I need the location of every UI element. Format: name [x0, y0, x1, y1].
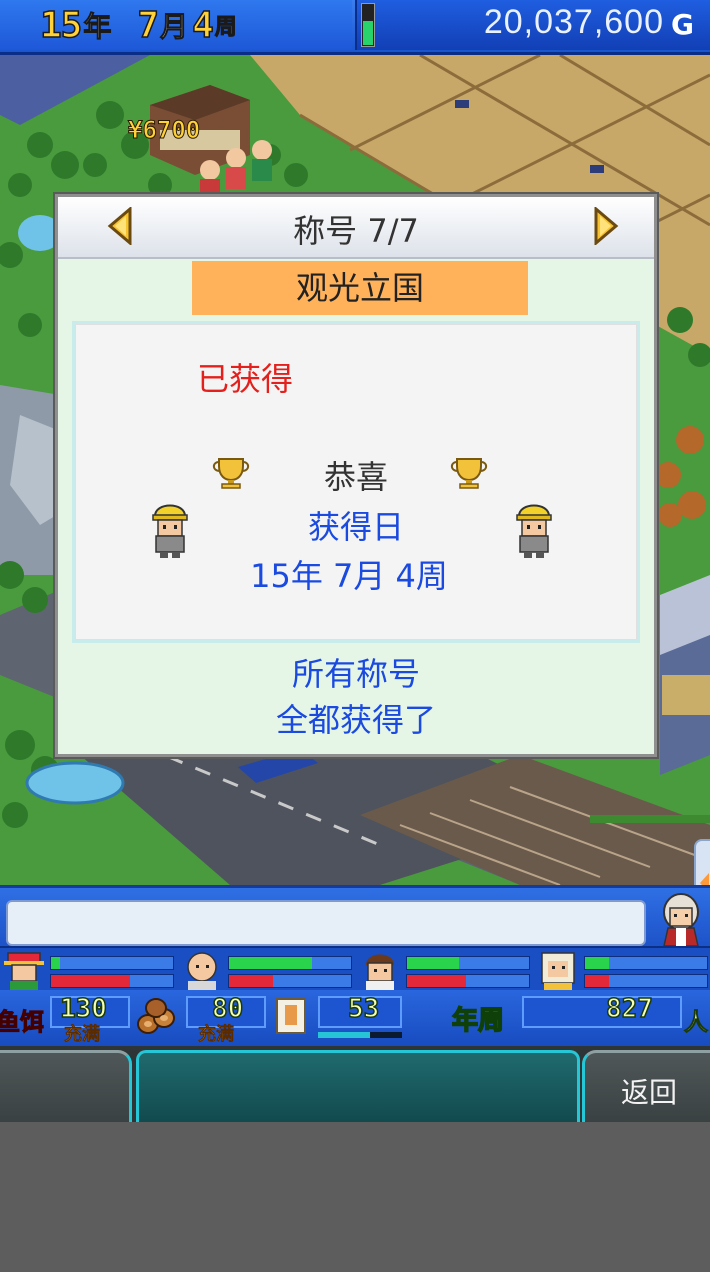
period-label: 年周 — [451, 1005, 505, 1037]
resource-1-full: 充满 — [64, 1024, 101, 1046]
month-unit: 月 — [160, 10, 189, 44]
resource-2-full: 充满 — [198, 1024, 235, 1046]
price-tag: ¥6700 — [127, 116, 201, 145]
year-number: 15 — [39, 4, 83, 47]
message-box[interactable] — [6, 900, 646, 946]
staff-3[interactable] — [360, 948, 530, 992]
staff-status-row — [0, 946, 710, 992]
population-value: 827 — [605, 993, 653, 1025]
staff-face-icon — [366, 954, 394, 991]
congrats-label: 恭喜 — [323, 458, 388, 496]
staff-face-icon — [187, 952, 217, 991]
week-number: 4 — [191, 4, 214, 47]
arrow-right-icon — [594, 205, 619, 247]
money-amount: 20,037,600 — [483, 3, 664, 41]
title-dialog: 称号 7/7 观光立国 已获得 恭喜 获得日 15年 7月 4周 所有称号 全都… — [55, 194, 657, 757]
title-detail-panel: 已获得 恭喜 获得日 15年 7月 4周 — [72, 321, 640, 643]
money-unit: G — [671, 8, 694, 41]
side-arrow-icon — [700, 873, 709, 885]
dialog-header: 称号 7/7 — [58, 197, 654, 259]
week-unit: 周 — [214, 15, 237, 41]
trophy-icon — [449, 456, 489, 490]
month-number: 7 — [137, 4, 160, 47]
population-box[interactable] — [522, 996, 682, 1028]
resource-3-value: 53 — [347, 993, 380, 1025]
completion-line-1: 所有称号 — [291, 655, 420, 693]
obtained-status: 已获得 — [197, 360, 294, 398]
staff-stress-bar — [407, 975, 466, 987]
staff-4[interactable] — [538, 948, 710, 992]
top-status-bar: 15 年 7 月 4 周 20,037,600 G — [0, 0, 710, 55]
staff-stamina-bar — [51, 957, 60, 969]
empty-bottom-area — [0, 1122, 710, 1272]
message-bar — [0, 885, 710, 948]
staff-face-icon — [4, 952, 44, 991]
lumber-icon — [136, 996, 182, 1036]
panel-icon — [276, 998, 306, 1034]
resource-3-progress — [318, 1032, 370, 1038]
staff-face-icon — [541, 952, 575, 991]
battery-icon — [361, 3, 375, 47]
bottom-menu-bar: 返回 — [0, 1046, 710, 1122]
staff-stress-bar — [229, 975, 273, 987]
side-tab-button[interactable] — [694, 839, 710, 885]
obtained-date-value: 15年 7月 4周 — [250, 557, 448, 595]
title-name-banner: 观光立国 — [192, 261, 528, 315]
year-unit: 年 — [83, 10, 112, 44]
staff-2[interactable] — [182, 948, 352, 992]
staff-stress-bar — [585, 975, 609, 987]
completion-line-2: 全都获得了 — [275, 701, 436, 739]
population-unit: 人 — [684, 1008, 709, 1037]
resource-row: 鱼饵 130 充满 80 充满 53 年周 827 人 — [0, 990, 710, 1049]
money-panel: 20,037,600 G — [355, 0, 710, 50]
staff-1[interactable] — [4, 948, 174, 992]
back-button[interactable]: 返回 — [582, 1050, 710, 1122]
staff-stamina-bar — [407, 957, 459, 969]
staff-stamina-bar — [229, 957, 312, 969]
bait-label: 鱼饵 — [0, 1008, 45, 1037]
menu-left-button[interactable] — [0, 1050, 132, 1122]
back-button-label: 返回 — [621, 1076, 678, 1109]
staff-stress-bar — [51, 975, 130, 987]
completion-message: 所有称号 全都获得了 — [58, 651, 654, 743]
next-title-button[interactable] — [590, 205, 620, 247]
staff-stamina-bar — [585, 957, 609, 969]
advisor-avatar[interactable] — [656, 890, 706, 947]
game-date: 15 年 7 月 4 周 — [0, 0, 352, 50]
dialog-title: 称号 7/7 — [293, 212, 419, 250]
menu-center-panel[interactable] — [136, 1050, 580, 1122]
